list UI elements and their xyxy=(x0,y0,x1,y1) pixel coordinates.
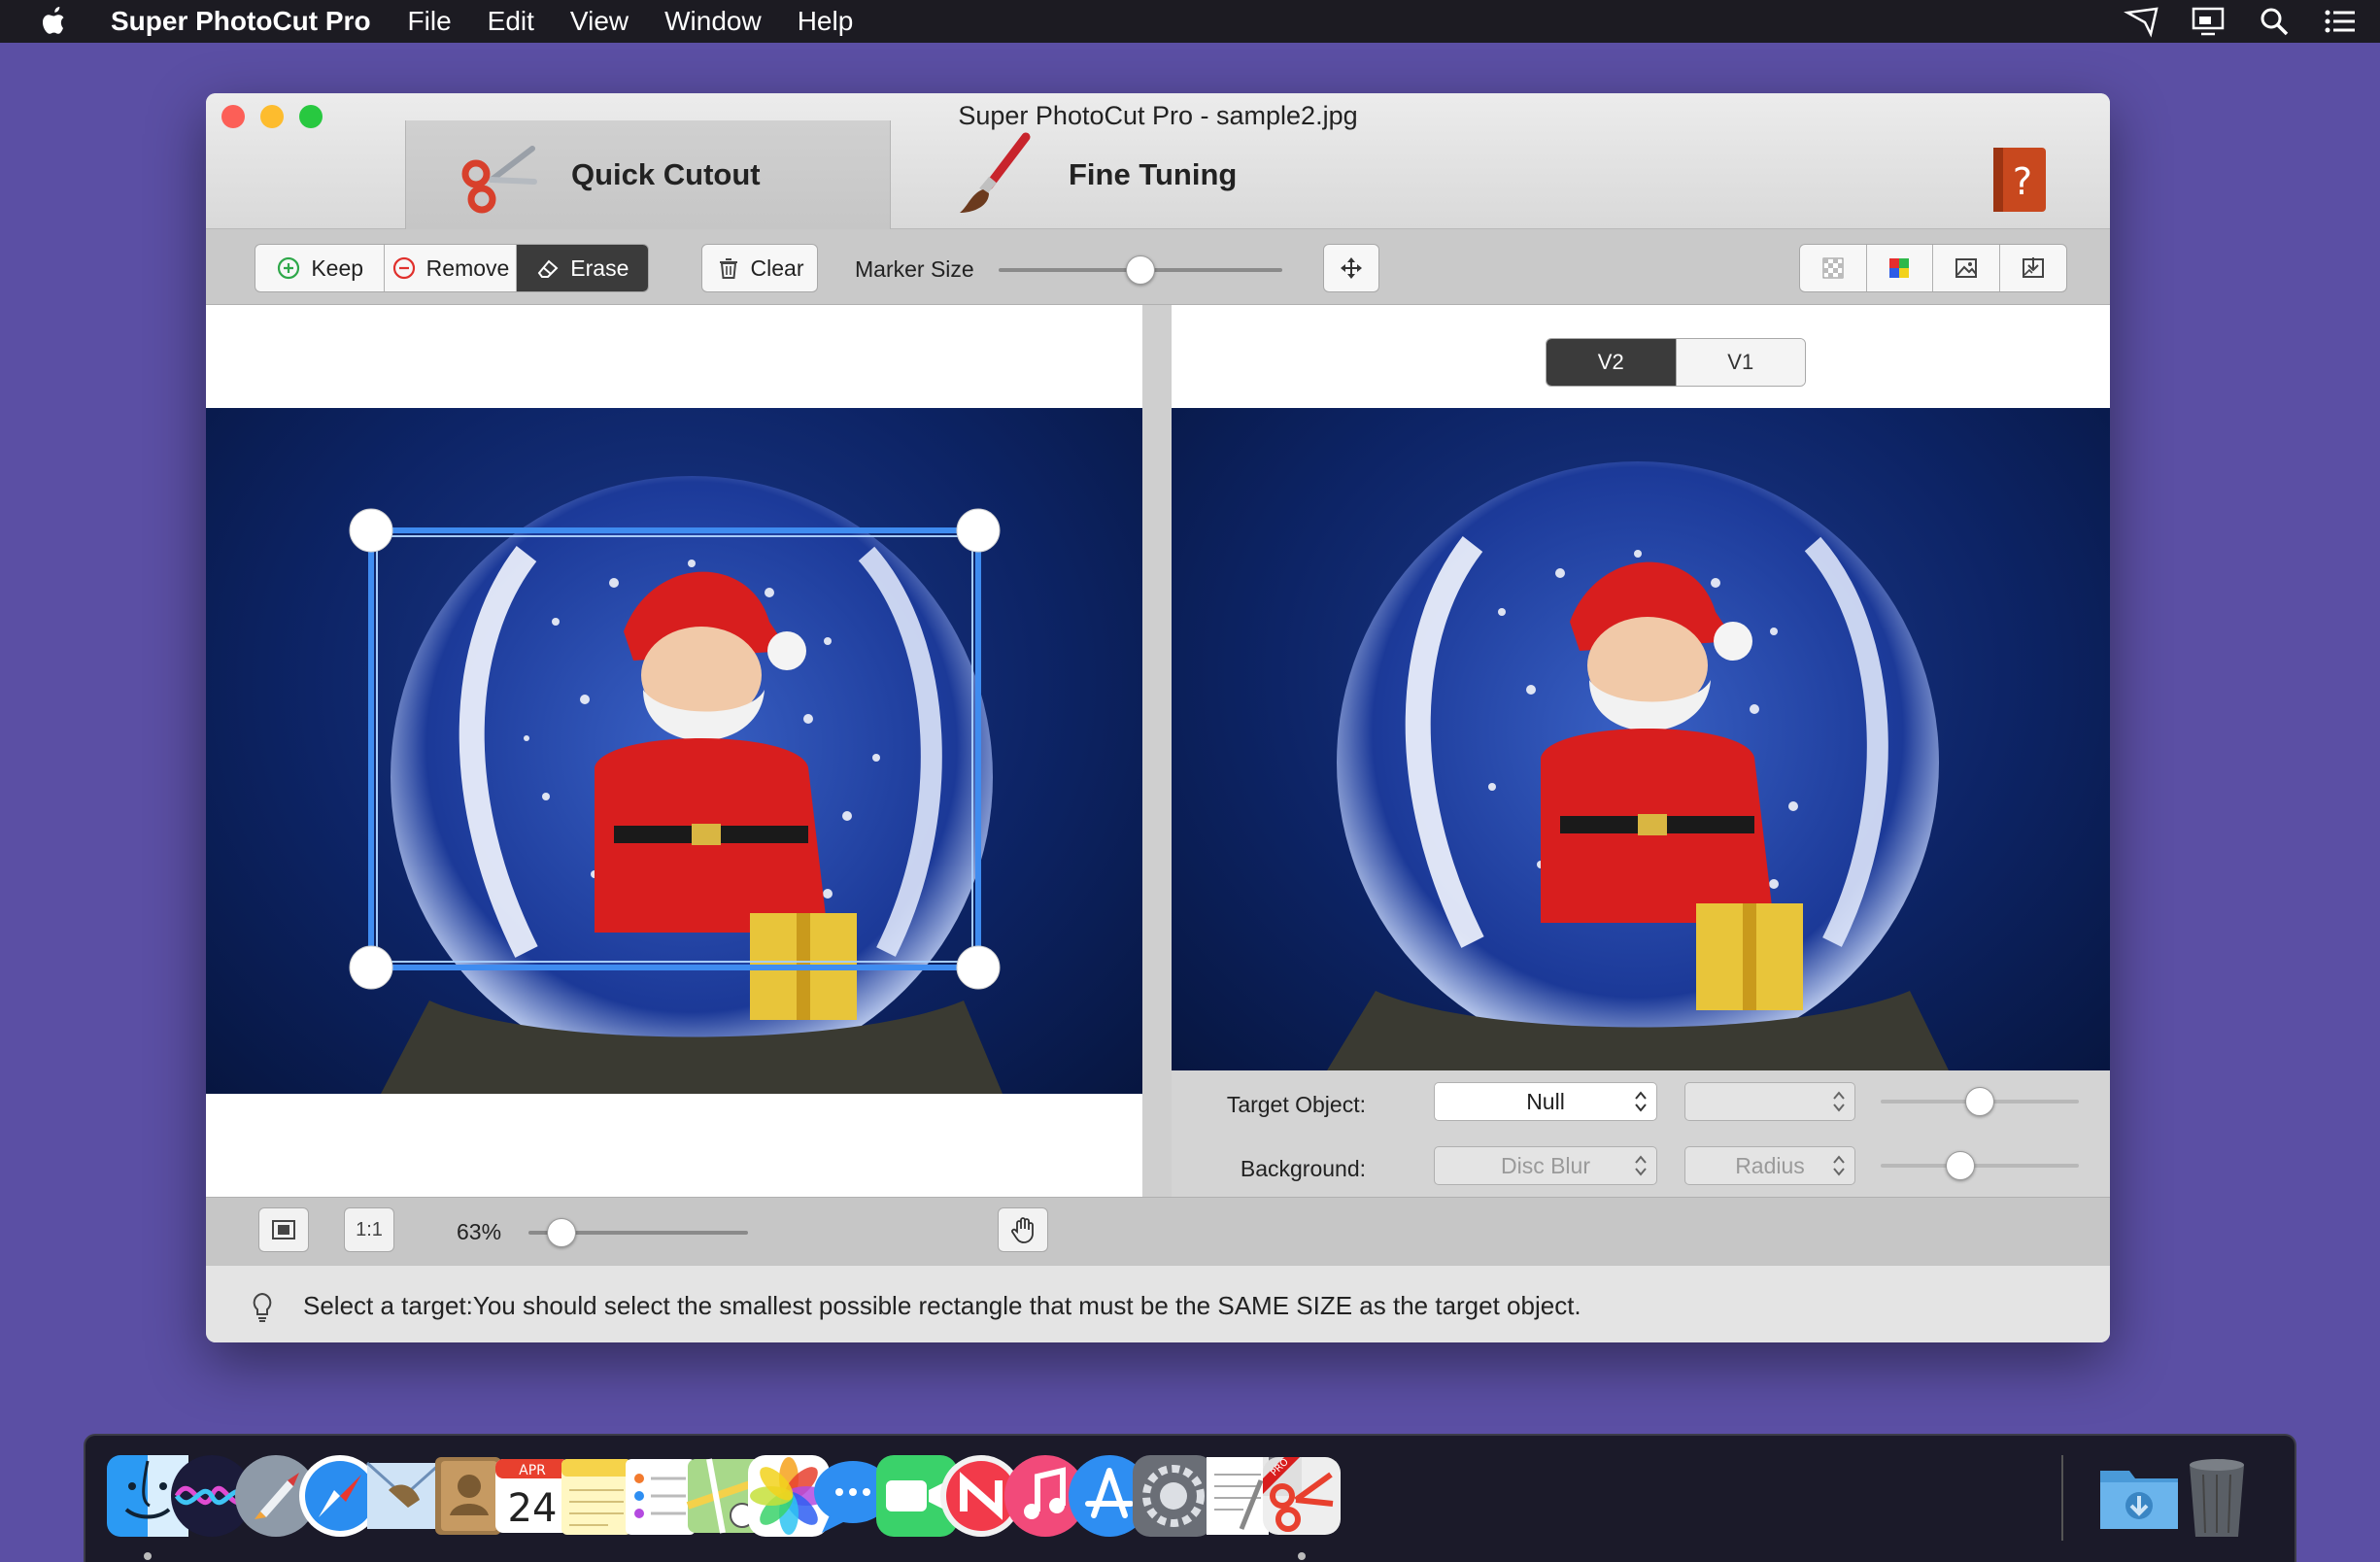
finder-running-indicator xyxy=(144,1552,152,1560)
checkerboard-icon xyxy=(1822,257,1844,279)
selection-handle-bottom-left xyxy=(349,945,393,990)
keep-button[interactable]: Keep xyxy=(255,245,386,291)
fit-to-window-button[interactable] xyxy=(258,1207,309,1252)
trash-icon[interactable] xyxy=(2172,1451,2261,1541)
radius-slider-knob[interactable] xyxy=(1945,1151,1975,1180)
plus-circle-icon xyxy=(278,256,300,280)
eraser-icon xyxy=(538,259,559,278)
super-photocut-icon[interactable]: PRO xyxy=(1257,1451,1346,1541)
app-window: Super PhotoCut Pro - sample2.jpg Quick C… xyxy=(206,93,2110,1342)
tab-fine-tuning[interactable]: Fine Tuning xyxy=(892,120,1494,229)
tab-quick-cutout[interactable]: Quick Cutout xyxy=(405,120,891,229)
move-button[interactable] xyxy=(1323,244,1379,292)
updown-chevron-icon xyxy=(1833,1091,1845,1112)
image-bg-button[interactable] xyxy=(1933,245,2000,291)
title-bar: Super PhotoCut Pro - sample2.jpg Quick C… xyxy=(206,93,2110,229)
updown-chevron-icon xyxy=(1833,1155,1845,1176)
selection-rectangle[interactable] xyxy=(206,305,1142,1197)
background-popup[interactable]: Disc Blur xyxy=(1434,1146,1657,1185)
version-v1-button[interactable]: V1 xyxy=(1675,339,1805,386)
menu-window[interactable]: Window xyxy=(664,6,762,37)
radius-slider-track[interactable] xyxy=(1881,1164,2079,1168)
minus-circle-icon xyxy=(392,256,415,280)
photocut-running-indicator xyxy=(1298,1552,1306,1560)
target-slider-knob[interactable] xyxy=(1965,1087,1994,1116)
erase-button[interactable]: Erase xyxy=(516,245,648,291)
selection-handle-top-left xyxy=(349,508,393,553)
menu-edit[interactable]: Edit xyxy=(488,6,534,37)
location-arrow-icon[interactable] xyxy=(2124,5,2160,38)
preview-photo xyxy=(1172,408,2110,1070)
spotlight-search-icon[interactable] xyxy=(2256,5,2293,38)
version-v2-button[interactable]: V2 xyxy=(1547,339,1676,386)
hand-icon xyxy=(1011,1217,1034,1243)
transparent-bg-button[interactable] xyxy=(1800,245,1867,291)
fit-screen-icon xyxy=(272,1220,295,1239)
zoom-percentage: 63% xyxy=(457,1219,502,1244)
selection-handle-bottom-right xyxy=(956,945,1001,990)
target-object-popup[interactable]: Null xyxy=(1434,1082,1657,1121)
updown-chevron-icon xyxy=(1635,1155,1647,1176)
tab-quick-cutout-label: Quick Cutout xyxy=(571,157,761,191)
actual-size-button[interactable]: 1:1 xyxy=(344,1207,394,1252)
selection-handle-top-right xyxy=(956,508,1001,553)
menu-help[interactable]: Help xyxy=(798,6,854,37)
calendar-month: APR xyxy=(519,1463,546,1478)
menu-file[interactable]: File xyxy=(408,6,452,37)
snow-globe-preview-image xyxy=(1327,461,1949,1070)
pan-hand-button[interactable] xyxy=(998,1207,1048,1252)
lightbulb-icon xyxy=(253,1292,272,1322)
panel-divider[interactable] xyxy=(1142,305,1172,1197)
clear-button[interactable]: Clear xyxy=(701,244,818,292)
help-book-icon[interactable]: ? xyxy=(1989,146,2050,214)
svg-text:?: ? xyxy=(2013,160,2032,203)
version-segmented-control: V2 V1 xyxy=(1546,338,1806,387)
dock: APR 24 PRO xyxy=(84,1434,2296,1562)
radius-popup[interactable]: Radius xyxy=(1684,1146,1855,1185)
screen-mirroring-icon[interactable] xyxy=(2190,5,2227,38)
target-object-label: Target Object: xyxy=(1226,1092,1366,1117)
color-swatch-icon xyxy=(1889,258,1910,278)
marker-mode-segmented-control: Keep Remove Erase xyxy=(255,244,649,292)
menu-view[interactable]: View xyxy=(570,6,629,37)
background-label: Background: xyxy=(1240,1156,1366,1181)
paintbrush-icon xyxy=(960,132,1031,213)
trash-icon xyxy=(719,258,737,279)
preview-panel: V2 V1 xyxy=(1172,305,2110,1197)
hint-text: Select a target:You should select the sm… xyxy=(303,1291,1581,1320)
calendar-day: 24 xyxy=(508,1486,558,1531)
downloads-folder-icon[interactable] xyxy=(2094,1451,2184,1541)
apple-logo-icon[interactable] xyxy=(39,5,68,38)
dock-separator xyxy=(2061,1455,2063,1541)
notification-center-icon[interactable] xyxy=(2322,5,2359,38)
color-bg-button[interactable] xyxy=(1867,245,1933,291)
save-image-button[interactable] xyxy=(2000,245,2067,291)
options-panel: Target Object: Null Background: Disc Blu… xyxy=(1172,1070,2110,1197)
target-secondary-popup[interactable] xyxy=(1684,1082,1855,1121)
zoom-bar: 1:1 63% xyxy=(206,1197,2110,1265)
image-icon xyxy=(1955,258,1977,278)
tab-fine-tuning-label: Fine Tuning xyxy=(1069,157,1238,191)
edit-canvas-panel[interactable] xyxy=(206,305,1142,1197)
marker-size-slider-knob[interactable] xyxy=(1126,255,1155,285)
menu-app-name[interactable]: Super PhotoCut Pro xyxy=(111,6,371,37)
menu-bar: Super PhotoCut Pro File Edit View Window… xyxy=(0,0,2380,43)
move-arrows-icon xyxy=(1341,257,1362,279)
remove-button[interactable]: Remove xyxy=(385,245,517,291)
export-toolbar-group xyxy=(1799,244,2067,292)
updown-chevron-icon xyxy=(1635,1091,1647,1112)
marker-size-label: Marker Size xyxy=(855,256,974,282)
save-download-icon xyxy=(2022,257,2044,278)
toolbar: Keep Remove Erase Clear Marker Size xyxy=(206,229,2110,305)
hint-bar: Select a target:You should select the sm… xyxy=(206,1265,2110,1342)
scissors-icon xyxy=(461,146,537,214)
zoom-slider-knob[interactable] xyxy=(546,1218,576,1247)
